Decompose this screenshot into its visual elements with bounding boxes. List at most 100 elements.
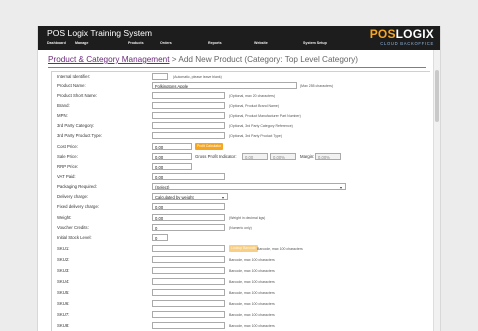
field-hint: Barcode, max 100 characters	[229, 269, 275, 273]
row-third-party-product-type: 3rd Party Product Type: (Optional, 3rd P…	[52, 132, 430, 140]
field-label: SKU7:	[57, 312, 70, 317]
field-label: Fixed delivery charge:	[57, 204, 100, 209]
margin-label: Margin:	[300, 154, 315, 159]
row-sku: SKU6: Barcode, max 100 characters	[52, 300, 430, 308]
nav-item-manage[interactable]: Manage	[75, 41, 128, 45]
field-hint: Barcode, max 100 characters	[229, 302, 275, 306]
sku-input[interactable]	[152, 278, 225, 285]
third-party-product-type-input[interactable]	[152, 132, 225, 139]
sku-input[interactable]	[152, 245, 225, 252]
nav-item-website[interactable]: Website	[254, 41, 303, 45]
field-hint: (Optional, 3rd Party Product Type)	[229, 134, 283, 138]
field-hint: Barcode, max 100 characters	[229, 280, 275, 284]
row-brand: Brand: (Optional, Product Brand Name)	[52, 102, 430, 110]
product-short-name-input[interactable]	[152, 92, 225, 99]
field-hint: Barcode, max 100 characters	[229, 324, 275, 328]
selected-value: Calculated by weight	[155, 195, 194, 200]
vertical-scrollbar[interactable]	[433, 50, 440, 331]
field-hint: (Automatic, please leave blank)	[173, 75, 222, 79]
field-label: Initial Stock Level:	[57, 235, 92, 240]
field-hint: (Optional, 3rd Party Category Reference)	[229, 124, 293, 128]
field-label: Packaging Required:	[57, 184, 97, 189]
field-label: Sale Price:	[57, 154, 78, 159]
field-label: 3rd Party Category:	[57, 123, 95, 128]
row-sku: SKU5: Barcode, max 100 characters	[52, 289, 430, 297]
product-name-input[interactable]: Folkingtons Apple	[152, 82, 297, 89]
vat-paid-input[interactable]: 0.00	[152, 173, 225, 180]
row-sku: SKU2: Barcode, max 100 characters	[52, 256, 430, 264]
field-label: Product Short Name:	[57, 93, 98, 98]
add-product-form: Internal Identifier: (Automatic, please …	[51, 71, 430, 331]
lookup-barcode-button[interactable]: Lookup Barcode	[229, 245, 258, 252]
top-header: POS Logix Training System Dashboard Mana…	[38, 26, 440, 50]
voucher-credits-input[interactable]: 0	[152, 224, 225, 231]
field-label: SKU8:	[57, 323, 70, 328]
cost-price-input[interactable]: 0.00	[152, 143, 192, 150]
mpn-input[interactable]	[152, 112, 225, 119]
field-label: RRP Price:	[57, 164, 79, 169]
sku-input[interactable]	[152, 256, 225, 263]
nav-item-system-setup[interactable]: System Setup	[303, 41, 327, 45]
brand-input[interactable]	[152, 102, 225, 109]
margin-value: 0.00%	[315, 153, 341, 160]
nav-item-products[interactable]: Products	[128, 41, 160, 45]
field-label: MPN:	[57, 113, 68, 118]
fixed-delivery-charge-input[interactable]: 0.00	[152, 203, 225, 210]
field-label: SKU4:	[57, 279, 70, 284]
initial-stock-level-input[interactable]: 0	[152, 234, 168, 241]
sku-input[interactable]	[152, 267, 225, 274]
field-label: Delivery charge:	[57, 194, 89, 199]
nav-item-reports[interactable]: Reports	[208, 41, 254, 45]
breadcrumb: Product & Category Management > Add New …	[48, 55, 358, 64]
field-label: Weight:	[57, 215, 72, 220]
chevron-down-icon: ▾	[339, 185, 342, 190]
row-sku: SKU4: Barcode, max 100 characters	[52, 278, 430, 286]
field-label: SKU3:	[57, 268, 70, 273]
row-product-name: Product Name: Folkingtons Apple (Max 255…	[52, 82, 430, 90]
field-hint: Barcode, max 100 characters	[229, 313, 275, 317]
field-hint: (Max 255 characters)	[300, 84, 334, 88]
row-internal-identifier: Internal Identifier: (Automatic, please …	[52, 73, 430, 81]
breadcrumb-link[interactable]: Product & Category Management	[48, 55, 170, 64]
row-product-short-name: Product Short Name: (Optional, max 20 ch…	[52, 92, 430, 100]
row-fixed-delivery-charge: Fixed delivery charge: 0.00	[52, 203, 430, 211]
packaging-required-select[interactable]: (Select) ▾	[152, 183, 346, 190]
app-title: POS Logix Training System	[47, 28, 153, 38]
rrp-price-input[interactable]: 0.00	[152, 163, 192, 170]
delivery-charge-select[interactable]: Calculated by weight ▾	[152, 193, 228, 200]
field-hint: (Weight in decimal kgs)	[229, 216, 266, 220]
field-label: Product Name:	[57, 83, 86, 88]
sku-input[interactable]	[152, 300, 225, 307]
field-label: SKU2:	[57, 257, 70, 262]
field-label: Voucher Credits:	[57, 225, 89, 230]
row-delivery-charge: Delivery charge: Calculated by weight ▾	[52, 193, 430, 201]
row-cost-price: Cost Price: 0.00 Profit Calculator	[52, 143, 430, 151]
sale-price-input[interactable]: 0.00	[152, 153, 192, 160]
sku-input[interactable]	[152, 311, 225, 318]
nav-item-dashboard[interactable]: Dashboard	[47, 41, 75, 45]
internal-identifier-input[interactable]	[152, 73, 168, 80]
field-hint: (Optional, Product Manufacturer Part Num…	[229, 114, 301, 118]
field-hint: Barcode, max 100 characters	[229, 258, 275, 262]
field-label: VAT Paid:	[57, 174, 76, 179]
sku-input[interactable]	[152, 289, 225, 296]
row-mpn: MPN: (Optional, Product Manufacturer Par…	[52, 112, 430, 120]
third-party-category-input[interactable]	[152, 122, 225, 129]
field-hint: (Optional, Product Brand Name)	[229, 104, 279, 108]
field-label: SKU5:	[57, 290, 70, 295]
row-initial-stock-level: Initial Stock Level: 0	[52, 234, 430, 242]
scrollbar-thumb[interactable]	[435, 70, 439, 122]
sku-input[interactable]	[152, 322, 225, 329]
field-label: 3rd Party Product Type:	[57, 133, 103, 138]
field-label: Brand:	[57, 103, 70, 108]
main-nav: Dashboard Manage Products Orders Reports…	[47, 41, 327, 45]
row-sku: SKU7: Barcode, max 100 characters	[52, 311, 430, 319]
field-hint: Barcode, max 100 characters	[229, 291, 275, 295]
field-label: SKU6:	[57, 301, 70, 306]
profit-calculator-button[interactable]: Profit Calculator	[195, 143, 224, 150]
row-weight: Weight: 0.00 (Weight in decimal kgs)	[52, 214, 430, 222]
poslogix-logo: POSLOGIX CLOUD BACKOFFICE	[369, 27, 434, 46]
nav-item-orders[interactable]: Orders	[160, 41, 208, 45]
row-third-party-category: 3rd Party Category: (Optional, 3rd Party…	[52, 122, 430, 130]
weight-input[interactable]: 0.00	[152, 214, 225, 221]
